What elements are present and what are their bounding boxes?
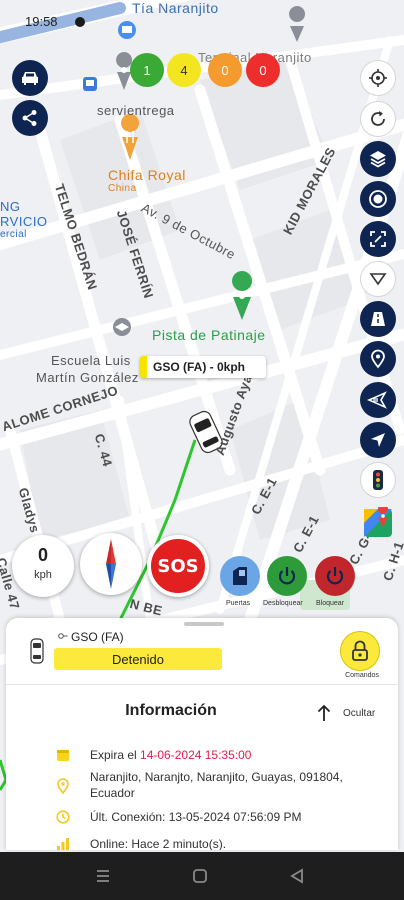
last-connection: Últ. Conexión: 13-05-2024 07:56:09 PM [90, 810, 302, 824]
counter-green[interactable]: 1 [130, 53, 164, 87]
arrow-up-icon[interactable] [317, 704, 331, 722]
key-icon [58, 633, 68, 639]
crosshair-icon [369, 69, 387, 87]
address-pin-icon [57, 778, 69, 794]
speedometer: 0 kph [12, 535, 74, 597]
traffic-light-icon [373, 470, 383, 490]
calendar-icon [57, 750, 69, 761]
power-icon [326, 567, 344, 585]
commands-label: Comandos [345, 672, 379, 679]
map-label-escuela1: Escuela Luis [51, 353, 131, 368]
signal-icon [57, 838, 69, 850]
vehicle-marker-label[interactable]: GSO (FA) - 0kph [140, 356, 266, 378]
points-of-interest-button[interactable] [360, 341, 396, 377]
map-layers-button[interactable] [360, 141, 396, 177]
status-time: 19:58 [25, 14, 58, 29]
door-icon [233, 567, 247, 585]
flag-arrow-icon [367, 391, 387, 409]
target-circle-icon [369, 190, 387, 208]
map-label-escuela2: Martín González [36, 370, 139, 385]
traffic-button[interactable] [360, 462, 396, 498]
map-label-servientrega: servientrega [97, 103, 175, 118]
expire-date: 14-06-2024 15:35:00 [140, 748, 252, 762]
speed-unit: kph [34, 569, 52, 581]
unlock-button[interactable] [267, 556, 307, 596]
fit-bounds-button[interactable] [360, 221, 396, 257]
expand-icon [370, 231, 386, 247]
layers-icon [370, 151, 386, 168]
address-line-1: Naranjito, Naranjto, Naranjito, Guayas, … [90, 770, 343, 784]
counter-orange[interactable]: 0 [208, 53, 242, 87]
sheet-divider [6, 684, 398, 685]
lock-label: Bloquear [316, 600, 345, 607]
navigate-button[interactable] [360, 422, 396, 458]
info-title: Información [125, 702, 217, 719]
counter-red-value: 0 [259, 62, 267, 78]
lock-button[interactable] [315, 556, 355, 596]
map-label-rvicio: RVICIO [0, 214, 48, 229]
online-status: Online: Hace 2 minuto(s). [90, 837, 227, 850]
clock-icon [56, 810, 70, 824]
compass-needle-icon [106, 539, 116, 589]
unlock-label: Desbloquear [263, 600, 303, 607]
counter-orange-value: 0 [221, 62, 229, 78]
counter-yellow-value: 4 [180, 62, 188, 78]
sos-button[interactable]: SOS [147, 535, 209, 597]
funnel-icon [369, 273, 387, 286]
road-button[interactable] [360, 301, 396, 337]
share-icon [22, 110, 37, 126]
vehicle-top-icon [30, 638, 44, 664]
back-icon[interactable] [290, 868, 304, 884]
google-maps-icon [364, 507, 392, 537]
doors-button[interactable] [220, 556, 260, 596]
bus-stop-icon [83, 77, 97, 91]
send-command-button[interactable] [360, 382, 396, 418]
map-label-chifa: Chifa Royal [108, 167, 186, 183]
compass[interactable] [80, 533, 142, 595]
expire-prefix: Expira el [90, 748, 137, 762]
navigation-arrow-icon [371, 433, 385, 447]
notification-dot-icon [75, 17, 85, 27]
map-label-china: China [108, 183, 137, 194]
my-location-button[interactable] [360, 60, 396, 96]
sheet-drag-handle[interactable] [184, 622, 224, 626]
map-label-pista: Pista de Patinaje [152, 327, 266, 343]
hide-button[interactable]: Ocultar [343, 708, 375, 719]
counter-red[interactable]: 0 [246, 53, 280, 87]
doors-label: Puertas [226, 600, 251, 607]
recents-icon[interactable] [96, 869, 110, 883]
share-button[interactable] [12, 100, 48, 136]
home-icon[interactable] [192, 868, 208, 884]
vehicle-marker-flag [140, 356, 147, 378]
geofence-button[interactable] [360, 181, 396, 217]
refresh-icon [371, 111, 385, 126]
map-label-ercial: ercial [0, 229, 27, 240]
road-icon [371, 312, 385, 326]
vehicle-name: GSO (FA) [71, 630, 124, 644]
status-bar: 19:58 [0, 0, 404, 44]
vehicle-marker-text: GSO (FA) - 0kph [153, 360, 246, 374]
filter-button[interactable] [360, 261, 396, 297]
address-line-2: Ecuador [90, 786, 135, 800]
power-icon [278, 567, 296, 585]
school-icon [113, 318, 131, 336]
car-icon [22, 72, 38, 85]
counter-yellow[interactable]: 4 [167, 53, 201, 87]
counter-green-value: 1 [143, 62, 151, 78]
location-pin-icon [371, 349, 385, 369]
google-maps-button[interactable] [360, 505, 396, 541]
vehicle-list-button[interactable] [12, 60, 48, 96]
speed-value: 0 [37, 545, 48, 565]
status-badge: Detenido [54, 648, 222, 670]
commands-button[interactable] [340, 631, 380, 671]
vehicle-info-sheet[interactable]: GSO (FA) Detenido Comandos Información O… [6, 618, 398, 850]
map-label-ng: NG [0, 199, 21, 214]
lock-icon [352, 640, 368, 661]
refresh-button[interactable] [360, 101, 396, 137]
expire-row: Expira el 14-06-2024 15:35:00 [90, 748, 251, 762]
system-nav-bar [0, 852, 404, 900]
